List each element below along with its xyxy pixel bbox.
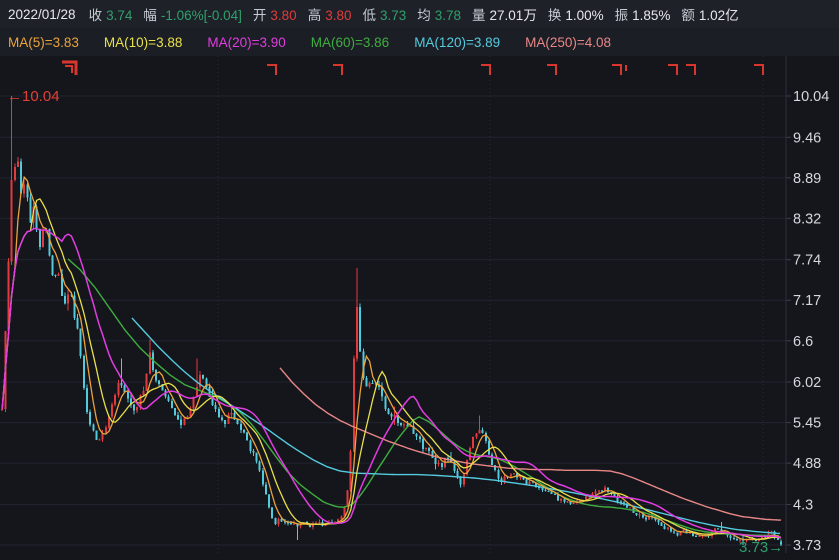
y-axis-label: 9.46 bbox=[793, 130, 821, 146]
quote-field: 量 27.01万 bbox=[472, 8, 537, 23]
quote-field: 低 3.73 bbox=[362, 8, 406, 23]
ma-legend-item: MA(250)=4.08 bbox=[525, 35, 611, 50]
quote-field-value: 3.74 bbox=[106, 8, 132, 23]
y-axis-label: 6.6 bbox=[793, 334, 813, 350]
quote-field: 换1.00% bbox=[548, 8, 604, 23]
quote-field-label: 高 bbox=[308, 8, 322, 23]
grid-lines bbox=[0, 56, 791, 553]
ma-legend-item: MA(5)=3.83 bbox=[8, 35, 79, 50]
quote-date: 2022/01/28 bbox=[8, 7, 76, 22]
flag-icon-inner bbox=[65, 66, 72, 73]
chart-area[interactable]: 10.04 9.46 8.89 8.32 7.74 7.17 6.6 6.02 5.45 4.88… bbox=[0, 56, 839, 560]
flag-icon bbox=[547, 65, 556, 75]
quote-field-value: 3.73 bbox=[380, 8, 406, 23]
quote-field-label: 换 bbox=[548, 8, 562, 23]
y-axis-label: 7.74 bbox=[793, 253, 821, 269]
quote-field-label: 开 bbox=[253, 8, 267, 23]
quote-field-value: 3.78 bbox=[435, 8, 461, 23]
flag-icon bbox=[333, 65, 342, 75]
quote-field: 收3.74 bbox=[89, 8, 133, 23]
flag-icon bbox=[267, 65, 276, 75]
y-axis-label: 8.89 bbox=[793, 171, 821, 187]
event-flag-icons bbox=[62, 62, 763, 75]
quote-field-label: 收 bbox=[89, 8, 103, 23]
flag-icon bbox=[754, 65, 763, 75]
quote-field-label: 量 bbox=[472, 8, 486, 23]
high-price-annotation: ←10.04 bbox=[7, 88, 60, 105]
quote-field-value: 3.80 bbox=[325, 8, 351, 23]
flag-icon bbox=[686, 65, 695, 75]
ma-legend-item: MA(10)=3.88 bbox=[104, 35, 182, 50]
quote-field-label: 均 bbox=[417, 8, 431, 23]
quote-field: 开3.80 bbox=[253, 8, 297, 23]
quote-field-value: 1.02亿 bbox=[699, 8, 739, 23]
quote-field-label: 额 bbox=[681, 8, 695, 23]
quote-field-label: 振 bbox=[615, 8, 629, 23]
y-axis-label: 4.88 bbox=[793, 456, 821, 472]
quote-fields: 收3.74幅-1.06%[-0.04]开3.80高3.80低3.73均3.78量… bbox=[89, 4, 750, 24]
flag-icon bbox=[668, 65, 677, 75]
ma-legend-item: MA(60)=3.86 bbox=[311, 35, 389, 50]
quote-field: 均 3.78 bbox=[417, 8, 461, 23]
quote-field-value: 27.01万 bbox=[490, 8, 537, 23]
ma-legend-item: MA(120)=3.89 bbox=[414, 35, 500, 50]
quote-field-value: -1.06%[-0.04] bbox=[161, 8, 242, 23]
low-price-annotation: 3.73→ bbox=[739, 539, 783, 556]
y-axis-label: 6.02 bbox=[793, 375, 821, 391]
quote-field: 振1.85% bbox=[615, 8, 671, 23]
quote-field: 高3.80 bbox=[308, 8, 352, 23]
y-axis-label: 10.04 bbox=[793, 89, 829, 105]
stock-chart-app: 2022/01/28 收3.74幅-1.06%[-0.04]开3.80高3.80… bbox=[0, 0, 839, 560]
y-axis-label: 4.3 bbox=[793, 497, 813, 513]
y-axis-label: 3.73 bbox=[793, 538, 821, 554]
quote-field-value: 3.80 bbox=[270, 8, 296, 23]
quote-field-label: 幅 bbox=[143, 8, 157, 23]
flag-icon bbox=[62, 62, 76, 75]
quote-field: 额 1.02亿 bbox=[681, 8, 738, 23]
ma-line-ma10 bbox=[2, 199, 781, 540]
quote-info-bar: 2022/01/28 收3.74幅-1.06%[-0.04]开3.80高3.80… bbox=[0, 0, 839, 28]
quote-field: 幅 -1.06%[-0.04] bbox=[143, 8, 242, 23]
quote-field-value: 1.00% bbox=[565, 8, 603, 23]
quote-field-label: 低 bbox=[362, 8, 376, 23]
ma-legend-bar: MA(5)=3.83 MA(10)=3.88 MA(20)=3.90 MA(60)=3… bbox=[0, 28, 839, 56]
ma-line-ma120 bbox=[132, 318, 780, 534]
price-chart[interactable]: 10.04 9.46 8.89 8.32 7.74 7.17 6.6 6.02 5.45 4.88… bbox=[0, 56, 839, 560]
ma-legend-item: MA(20)=3.90 bbox=[207, 35, 285, 50]
y-axis-labels: 10.04 9.46 8.89 8.32 7.74 7.17 6.6 6.02 5.45 4.88… bbox=[793, 89, 829, 554]
y-axis-label: 7.17 bbox=[793, 293, 821, 309]
ma-line-ma5 bbox=[2, 177, 781, 540]
flag-icon bbox=[481, 65, 490, 75]
quote-field-value: 1.85% bbox=[632, 8, 670, 23]
y-axis-label: 8.32 bbox=[793, 211, 821, 227]
y-axis-label: 5.45 bbox=[793, 416, 821, 432]
flag-icon bbox=[612, 65, 621, 75]
